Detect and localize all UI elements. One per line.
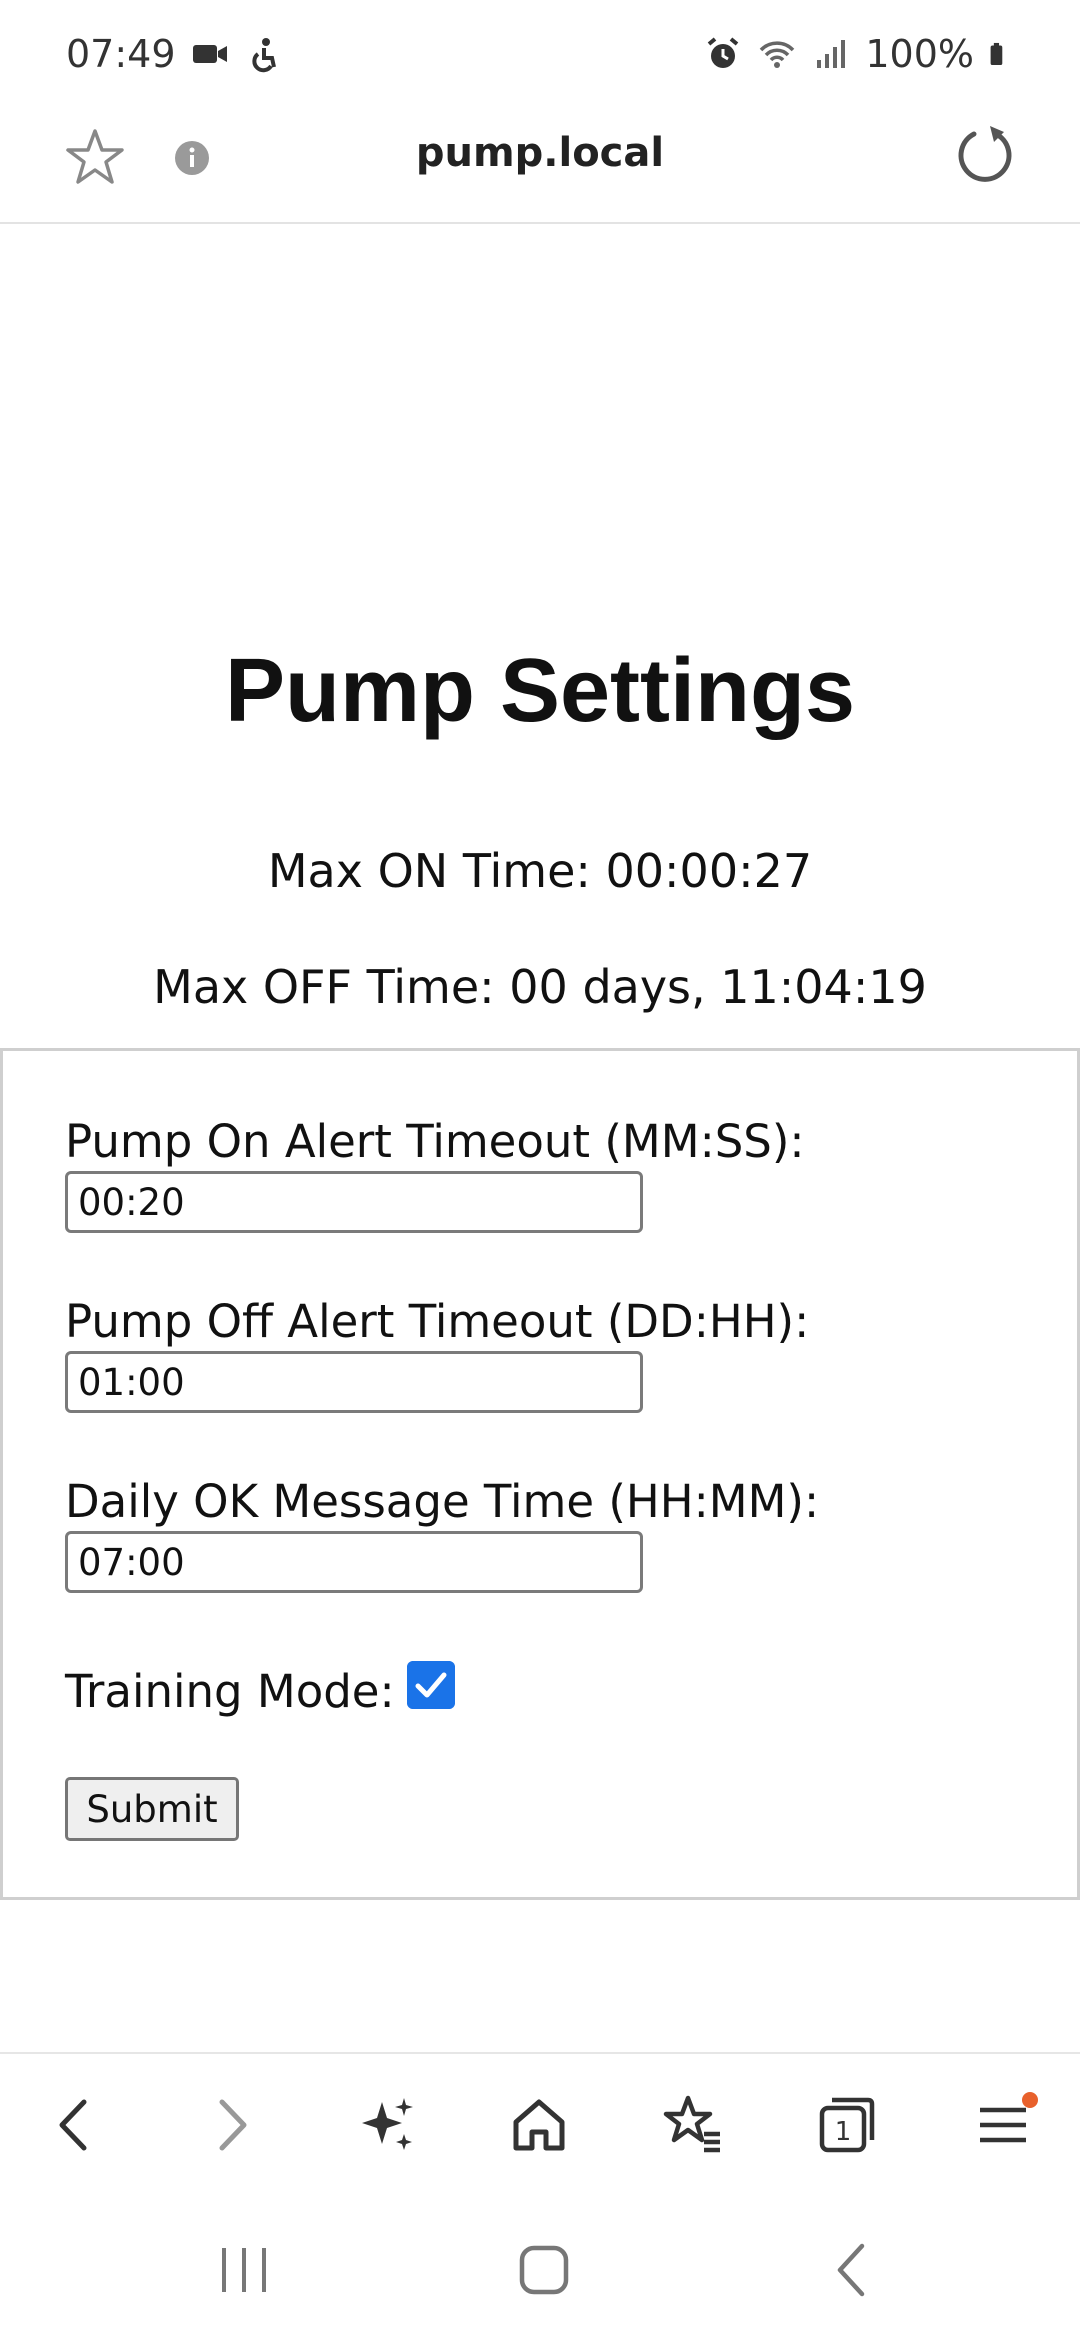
ai-sparkle-icon[interactable]: [352, 2090, 422, 2160]
forward-icon[interactable]: [196, 2090, 266, 2160]
reload-icon[interactable]: [952, 122, 1018, 188]
home-nav-icon[interactable]: [514, 2240, 574, 2300]
daily-ok-time-input[interactable]: [65, 1531, 643, 1593]
browser-toolbar: 1: [0, 2052, 1080, 2192]
screen: 07:49 100% pump.local Pump Settings Max …: [0, 0, 1080, 2340]
pump-off-timeout-label: Pump Off Alert Timeout (DD:HH):: [65, 1295, 810, 1348]
status-bar: 07:49 100%: [0, 0, 1080, 108]
recent-apps-icon[interactable]: [214, 2240, 274, 2300]
status-time: 07:49: [66, 32, 176, 76]
tab-count: 1: [835, 2117, 852, 2147]
tabs-icon[interactable]: 1: [812, 2090, 882, 2160]
signal-icon: [817, 40, 846, 68]
wifi-icon: [760, 41, 795, 68]
submit-button[interactable]: Submit: [65, 1777, 239, 1841]
notification-dot: [1022, 2092, 1038, 2108]
bookmarks-icon[interactable]: [658, 2090, 728, 2160]
video-call-icon: [192, 45, 227, 63]
settings-form: Pump On Alert Timeout (MM:SS): Pump Off …: [0, 1048, 1080, 1900]
pump-on-timeout-input[interactable]: [65, 1171, 643, 1233]
pump-on-timeout-label: Pump On Alert Timeout (MM:SS):: [65, 1115, 805, 1168]
home-icon[interactable]: [504, 2090, 574, 2160]
system-nav-bar: [0, 2200, 1080, 2340]
max-on-time: Max ON Time: 00:00:27: [267, 844, 813, 898]
pump-off-timeout-input[interactable]: [65, 1351, 643, 1413]
daily-ok-time-label: Daily OK Message Time (HH:MM):: [65, 1475, 820, 1528]
status-right: 100%: [703, 32, 1014, 76]
battery-percentage: 100%: [865, 32, 974, 76]
battery-icon: [990, 42, 1003, 66]
training-mode-checkbox[interactable]: [407, 1661, 455, 1709]
page-title: Pump Settings: [224, 641, 856, 741]
status-left: 07:49: [66, 32, 284, 76]
address-bar: pump.local: [0, 108, 1080, 224]
training-mode-label: Training Mode:: [65, 1665, 395, 1718]
max-off-time: Max OFF Time: 00 days, 11:04:19: [153, 960, 927, 1014]
url-text[interactable]: pump.local: [0, 130, 1080, 176]
alarm-icon: [708, 37, 739, 68]
accessibility-icon: [251, 38, 276, 73]
menu-icon[interactable]: [968, 2090, 1038, 2160]
back-icon[interactable]: [40, 2090, 110, 2160]
back-nav-icon[interactable]: [822, 2240, 882, 2300]
